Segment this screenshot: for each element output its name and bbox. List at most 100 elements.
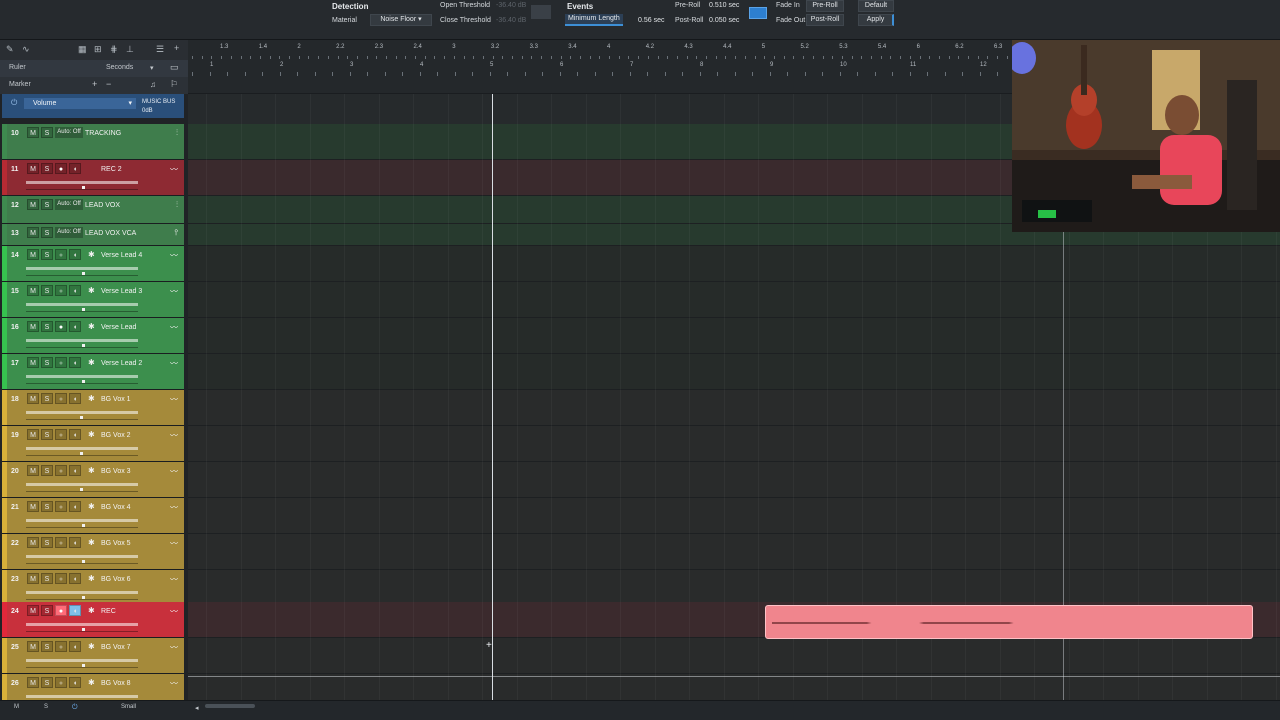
track-name[interactable]: BG Vox 2 bbox=[101, 432, 131, 439]
track-row[interactable]: 14 M S ● ◖ ✱ 〰 Verse Lead 4 bbox=[2, 246, 184, 282]
mute-button[interactable]: M bbox=[27, 285, 39, 296]
solo-button[interactable]: S bbox=[41, 285, 53, 296]
pan-knob[interactable] bbox=[82, 596, 85, 599]
monitor-icon[interactable]: ◖ bbox=[69, 573, 81, 584]
monitor-icon[interactable]: ◖ bbox=[69, 465, 81, 476]
mute-button[interactable]: M bbox=[27, 677, 39, 688]
pan-slider[interactable] bbox=[26, 563, 138, 564]
horizontal-scrollbar[interactable] bbox=[205, 704, 255, 708]
track-name[interactable]: Verse Lead 2 bbox=[101, 360, 142, 367]
automation-mode-button[interactable]: Auto: Off bbox=[55, 199, 83, 210]
instrument-star-icon[interactable]: ✱ bbox=[88, 322, 95, 331]
ruler-mode-dropdown[interactable]: Seconds bbox=[106, 64, 133, 71]
track-name[interactable]: Verse Lead 3 bbox=[101, 288, 142, 295]
track-row[interactable]: 15 M S ● ◖ ✱ 〰 Verse Lead 3 bbox=[2, 282, 184, 318]
monitor-icon[interactable]: ◖ bbox=[69, 641, 81, 652]
track-row[interactable]: 11 M S ● ◖ 〰 REC 2 bbox=[2, 160, 184, 196]
track-name[interactable]: BG Vox 5 bbox=[101, 540, 131, 547]
volume-fader[interactable] bbox=[26, 555, 138, 558]
track-lane[interactable] bbox=[188, 638, 1280, 674]
track-lane[interactable] bbox=[188, 246, 1280, 282]
power-icon[interactable]: ⏻ bbox=[11, 98, 17, 108]
audio-clip-rec[interactable] bbox=[765, 605, 1253, 639]
track-row[interactable]: 13 M S Auto: Off ⫯ LEAD VOX VCA bbox=[2, 224, 184, 246]
pan-slider[interactable] bbox=[26, 189, 138, 190]
track-size-dropdown[interactable]: Small bbox=[121, 704, 136, 710]
material-dropdown[interactable]: Noise Floor ▾ bbox=[370, 14, 432, 26]
volume-fader[interactable] bbox=[26, 375, 138, 378]
mute-button[interactable]: M bbox=[27, 163, 39, 174]
track-lane[interactable] bbox=[188, 534, 1280, 570]
instrument-star-icon[interactable]: ✱ bbox=[88, 466, 95, 475]
monitor-icon[interactable]: ◖ bbox=[69, 163, 81, 174]
solo-button[interactable]: S bbox=[41, 641, 53, 652]
instrument-star-icon[interactable]: ✱ bbox=[88, 502, 95, 511]
track-lane[interactable] bbox=[188, 674, 1280, 700]
monitor-icon[interactable]: ◖ bbox=[69, 357, 81, 368]
record-arm-icon[interactable]: ● bbox=[55, 641, 67, 652]
mute-button[interactable]: M bbox=[27, 429, 39, 440]
solo-button[interactable]: S bbox=[41, 199, 53, 210]
pan-slider[interactable] bbox=[26, 311, 138, 312]
solo-button[interactable]: S bbox=[41, 249, 53, 260]
mute-button[interactable]: M bbox=[27, 357, 39, 368]
folder-icon[interactable]: ⊞ bbox=[94, 44, 102, 55]
monitor-icon[interactable]: ◖ bbox=[69, 249, 81, 260]
track-row[interactable]: 22 M S ● ◖ ✱ 〰 BG Vox 5 bbox=[2, 534, 184, 570]
monitor-icon[interactable]: ◖ bbox=[69, 429, 81, 440]
solo-button[interactable]: S bbox=[41, 357, 53, 368]
pan-knob[interactable] bbox=[82, 344, 85, 347]
instrument-star-icon[interactable]: ✱ bbox=[88, 394, 95, 403]
mute-button[interactable]: M bbox=[27, 393, 39, 404]
mute-button[interactable]: M bbox=[27, 641, 39, 652]
solo-button[interactable]: S bbox=[41, 393, 53, 404]
track-row[interactable]: 23 M S ● ◖ ✱ 〰 BG Vox 6 bbox=[2, 570, 184, 606]
track-lane[interactable] bbox=[188, 426, 1280, 462]
solo-button[interactable]: S bbox=[41, 465, 53, 476]
solo-button[interactable]: S bbox=[41, 501, 53, 512]
track-name[interactable]: Verse Lead bbox=[101, 324, 136, 331]
pan-knob[interactable] bbox=[82, 524, 85, 527]
grid-icon[interactable]: ▦ bbox=[78, 44, 87, 55]
solo-button[interactable]: S bbox=[41, 227, 53, 238]
track-name[interactable]: TRACKING bbox=[85, 130, 121, 137]
apply-button[interactable]: Apply bbox=[858, 14, 894, 26]
add-track-icon[interactable]: + bbox=[174, 43, 179, 53]
track-lane[interactable] bbox=[188, 390, 1280, 426]
volume-fader[interactable] bbox=[26, 339, 138, 342]
track-row[interactable]: 18 M S ● ◖ ✱ 〰 BG Vox 1 bbox=[2, 390, 184, 426]
track-name[interactable]: LEAD VOX VCA bbox=[85, 230, 136, 237]
track-name[interactable]: BG Vox 4 bbox=[101, 504, 131, 511]
instrument-star-icon[interactable]: ✱ bbox=[88, 606, 95, 615]
bottom-mute[interactable]: M bbox=[14, 704, 19, 710]
mute-button[interactable]: M bbox=[27, 321, 39, 332]
sliders-icon[interactable]: ⋕ bbox=[110, 44, 118, 55]
track-name[interactable]: Verse Lead 4 bbox=[101, 252, 142, 259]
track-row[interactable]: 17 M S ● ◖ ✱ 〰 Verse Lead 2 bbox=[2, 354, 184, 390]
ruler-settings-icon[interactable]: ▭ bbox=[170, 62, 179, 73]
record-arm-icon[interactable]: ● bbox=[55, 163, 67, 174]
monitor-icon[interactable]: ◖ bbox=[69, 501, 81, 512]
monitor-icon[interactable]: ◖ bbox=[69, 537, 81, 548]
track-name[interactable]: BG Vox 8 bbox=[101, 680, 131, 687]
mute-button[interactable]: M bbox=[27, 537, 39, 548]
instrument-star-icon[interactable]: ✱ bbox=[88, 358, 95, 367]
track-name[interactable]: LEAD VOX bbox=[85, 202, 120, 209]
track-row[interactable]: 10 M S Auto: Off ⫶ TRACKING bbox=[2, 124, 184, 160]
volume-fader[interactable] bbox=[26, 591, 138, 594]
pan-slider[interactable] bbox=[26, 527, 138, 528]
record-arm-icon[interactable]: ● bbox=[55, 429, 67, 440]
track-lane[interactable] bbox=[188, 318, 1280, 354]
pan-slider[interactable] bbox=[26, 631, 138, 632]
volume-fader[interactable] bbox=[26, 659, 138, 662]
track-name[interactable]: BG Vox 1 bbox=[101, 396, 131, 403]
record-arm-icon[interactable]: ● bbox=[55, 573, 67, 584]
track-lane[interactable] bbox=[188, 570, 1280, 606]
track-lane[interactable] bbox=[188, 498, 1280, 534]
mute-button[interactable]: M bbox=[27, 199, 39, 210]
volume-fader[interactable] bbox=[26, 623, 138, 626]
track-name[interactable]: REC bbox=[101, 608, 116, 615]
volume-fader[interactable] bbox=[26, 181, 138, 184]
fadeout-dropdown[interactable]: Post-Roll bbox=[806, 14, 844, 26]
mute-button[interactable]: M bbox=[27, 127, 39, 138]
